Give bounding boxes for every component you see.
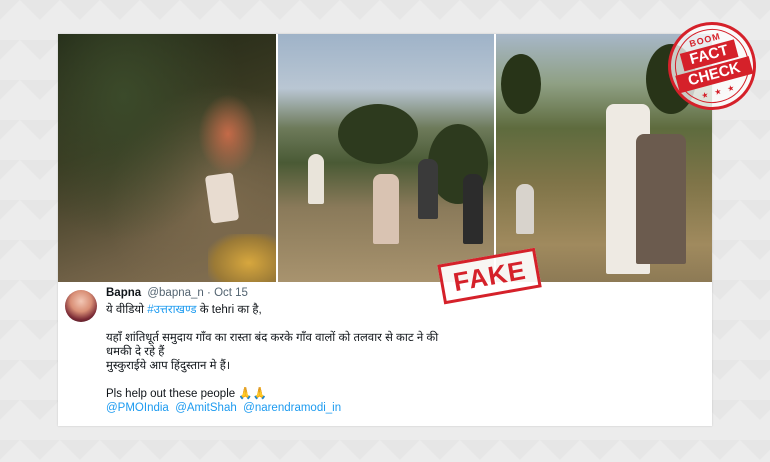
mention-link[interactable]: @narendramodi_in <box>243 402 341 414</box>
frame-detail <box>463 174 483 244</box>
frame-detail <box>198 94 258 174</box>
avatar[interactable] <box>65 290 97 322</box>
video-frame-2[interactable] <box>278 34 494 282</box>
frame-detail <box>338 104 418 164</box>
frame-detail <box>208 234 276 282</box>
mention-link[interactable]: @PMOIndia <box>106 402 169 414</box>
frame-detail <box>418 159 438 219</box>
tweet-line-2: यहाँ शांतिधूर्त समुदाय गाँव का रास्ता बं… <box>106 332 439 344</box>
tweet-line-5: Pls help out these people 🙏🙏 <box>106 388 267 400</box>
handle[interactable]: @bapna_n <box>147 287 203 299</box>
frame-detail <box>516 184 534 234</box>
video-frame-1[interactable] <box>58 34 276 282</box>
tweet: Bapna @bapna_n · Oct 15 ये वीडियो #उत्तर… <box>58 282 712 426</box>
tweet-line-4: मुस्कुराईये आप हिंदुस्तान मे हैं। <box>106 360 231 372</box>
frame-detail <box>501 54 541 114</box>
tweet-date[interactable]: Oct 15 <box>214 287 248 299</box>
separator: · <box>207 287 211 299</box>
text-segment: के tehri का है, <box>196 304 262 316</box>
display-name[interactable]: Bapna <box>106 287 141 299</box>
tweet-card: FAKE Bapna @bapna_n · Oct 15 ये वीडियो #… <box>58 34 712 426</box>
hashtag-link[interactable]: #उत्तराखण्ड <box>147 304 196 316</box>
text-segment: ये वीडियो <box>106 304 148 316</box>
tweet-text: ये वीडियो #उत्तराखण्ड के tehri का है, यह… <box>106 303 696 415</box>
tweet-line-1: ये वीडियो #उत्तराखण्ड के tehri का है, <box>106 303 696 317</box>
mention-line: @PMOIndia @AmitShah @narendramodi_in <box>106 401 696 415</box>
tweet-meta: Bapna @bapna_n · Oct 15 <box>106 287 248 299</box>
tweet-line-3: धमकी दे रहे हैं <box>106 346 165 358</box>
mention-link[interactable]: @AmitShah <box>175 402 237 414</box>
video-frames <box>58 34 712 282</box>
frame-detail <box>373 174 399 244</box>
frame-detail <box>204 172 240 224</box>
frame-detail <box>308 154 324 204</box>
frame-detail <box>636 134 686 264</box>
